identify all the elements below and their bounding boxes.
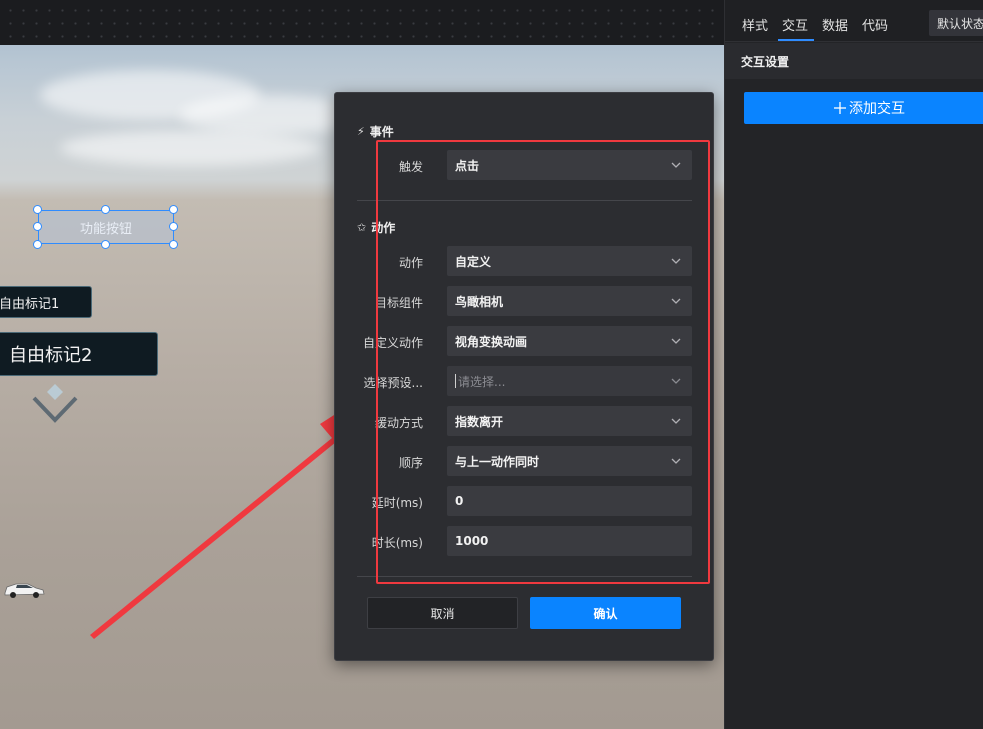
scene-toolbar (0, 0, 724, 45)
function-button-component[interactable]: 功能按钮 (38, 210, 174, 244)
preset-select[interactable]: 请选择... (447, 366, 692, 396)
chevron-down-icon (671, 458, 681, 464)
chevron-down-icon (671, 162, 681, 168)
target-select[interactable]: 鸟瞰相机 (447, 286, 692, 316)
free-marker-2[interactable]: 自由标记2 (0, 332, 158, 376)
car-model-icon[interactable] (2, 578, 46, 600)
tab-code[interactable]: 代码 (862, 15, 888, 34)
chevron-down-icon (671, 378, 681, 384)
order-label: 顺序 (398, 456, 423, 470)
tab-data[interactable]: 数据 (822, 15, 848, 34)
chevron-down-icon (671, 258, 681, 264)
star-icon: ✩ (357, 221, 367, 234)
lightning-icon: ⚡ (357, 125, 365, 138)
custom-action-select[interactable]: 视角变换动画 (447, 326, 692, 356)
panel-header: 交互设置 (725, 43, 983, 79)
delay-label: 延时(ms) (371, 496, 423, 510)
custom-action-label: 自定义动作 (362, 336, 423, 350)
resize-handle[interactable] (101, 205, 110, 214)
easing-select[interactable]: 指数离开 (447, 406, 692, 436)
resize-handle[interactable] (169, 205, 178, 214)
delay-input[interactable]: 0 (447, 486, 692, 516)
chevron-down-icon (671, 338, 681, 344)
resize-handle[interactable] (101, 240, 110, 249)
add-interaction-button[interactable]: 添加交互 (744, 92, 983, 124)
resize-handle[interactable] (169, 240, 178, 249)
tab-style[interactable]: 样式 (742, 15, 768, 34)
cancel-button[interactable]: 取消 (367, 597, 518, 629)
chevron-down-icon (671, 418, 681, 424)
property-panel: 样式 交互 数据 代码 默认状态 交互设置 添加交互 (724, 0, 983, 729)
chevron-down-icon (671, 298, 681, 304)
panel-tabs: 样式 交互 数据 代码 默认状态 (725, 0, 983, 42)
confirm-button[interactable]: 确认 (530, 597, 681, 629)
action-select[interactable]: 自定义 (447, 246, 692, 276)
trigger-label: 触发 (398, 160, 423, 174)
text-caret (455, 374, 456, 388)
interaction-dialog: ⚡ 事件 触发 点击 ✩ 动作 动作 自定义 目标组件 鸟瞰相机 自定义动作 视… (334, 92, 714, 661)
cloud (60, 130, 320, 166)
duration-input[interactable]: 1000 (447, 526, 692, 556)
event-section-title: ⚡ 事件 (357, 125, 394, 139)
cloud (180, 95, 360, 135)
resize-handle[interactable] (33, 240, 42, 249)
active-tab-indicator (778, 39, 814, 41)
action-label: 动作 (398, 256, 423, 270)
action-section-title: ✩ 动作 (357, 221, 396, 235)
state-select[interactable]: 默认状态 (929, 10, 983, 36)
section-divider (357, 576, 692, 577)
marker-pointer-icon (32, 384, 78, 423)
resize-handle[interactable] (169, 222, 178, 231)
free-marker-1-label: 自由标记1 (0, 296, 60, 312)
resize-handle[interactable] (33, 205, 42, 214)
order-select[interactable]: 与上一动作同时 (447, 446, 692, 476)
trigger-select[interactable]: 点击 (447, 150, 692, 180)
plus-icon (834, 102, 846, 114)
easing-label: 缓动方式 (374, 416, 423, 430)
free-marker-1[interactable]: 自由标记1 (0, 286, 92, 318)
free-marker-2-label: 自由标记2 (9, 345, 93, 366)
duration-label: 时长(ms) (371, 536, 423, 550)
resize-handle[interactable] (33, 222, 42, 231)
tab-interaction[interactable]: 交互 (782, 15, 808, 34)
preset-label: 选择预设... (363, 376, 423, 390)
target-label: 目标组件 (374, 296, 423, 310)
function-button-label: 功能按钮 (79, 221, 132, 237)
section-divider (357, 200, 692, 201)
